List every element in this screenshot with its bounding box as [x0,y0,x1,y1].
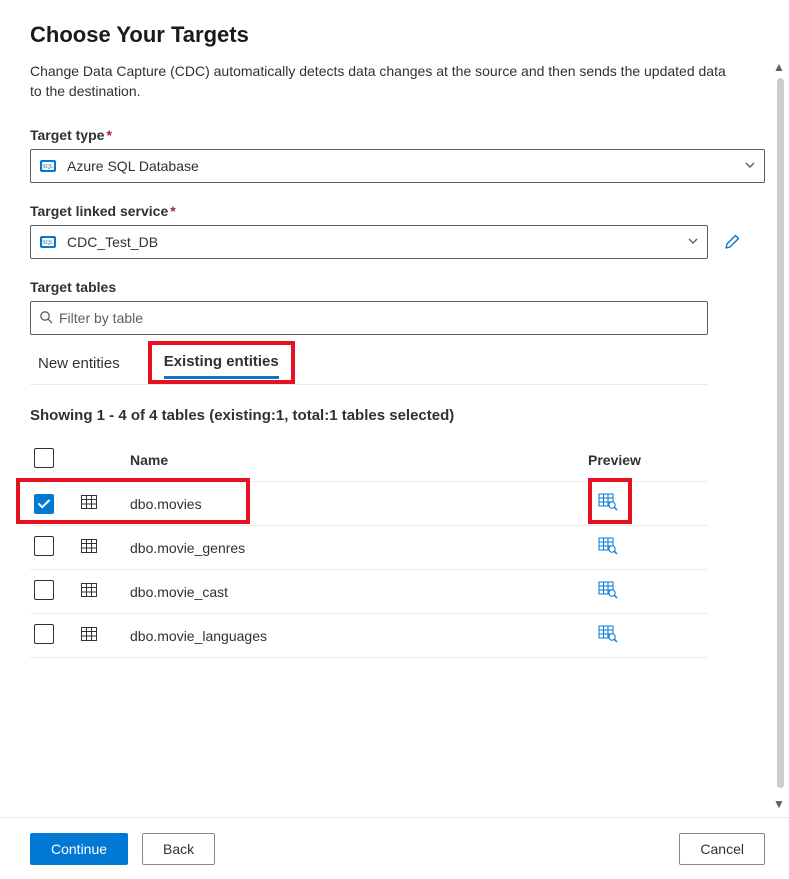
row-name: dbo.movies [130,496,588,512]
svg-text:SQL: SQL [42,240,54,246]
target-type-select[interactable]: SQL Azure SQL Database [30,149,765,183]
column-name: Name [130,452,588,468]
page-title: Choose Your Targets [30,22,765,48]
chevron-down-icon [687,234,699,250]
target-tables-label: Target tables [30,279,765,295]
row-checkbox[interactable] [34,494,54,514]
row-checkbox[interactable] [34,536,54,556]
scrollbar-track[interactable] [777,78,784,788]
table-icon [80,625,98,643]
showing-text: Showing 1 - 4 of 4 tables (existing:1, t… [30,407,765,424]
tab-new-entities[interactable]: New entities [30,345,128,380]
table-icon [80,493,98,511]
target-linked-service-select[interactable]: SQL CDC_Test_DB [30,225,708,259]
svg-text:SQL: SQL [42,164,54,170]
table-icon [80,581,98,599]
page-description: Change Data Capture (CDC) automatically … [30,62,730,101]
column-preview: Preview [588,452,708,468]
target-type-label: Target type* [30,127,765,143]
scroll-down-icon: ▼ [773,797,783,811]
select-all-checkbox[interactable] [34,448,54,468]
highlight-existing-tab: Existing entities [148,341,295,384]
target-linked-service-value: CDC_Test_DB [67,234,687,250]
search-icon [39,310,53,327]
target-type-value: Azure SQL Database [67,158,744,174]
table-row: dbo.movies [30,482,708,526]
target-tables-table: Name Preview dbo.movies dbo.movie_genresd… [30,438,708,658]
filter-table-input[interactable] [59,310,699,326]
target-linked-service-label: Target linked service* [30,203,765,219]
footer: Continue Back Cancel [0,817,789,879]
edit-linked-service-button[interactable] [718,228,746,256]
back-button[interactable]: Back [142,833,215,865]
azure-sql-icon: SQL [39,233,57,251]
table-icon [80,537,98,555]
tab-existing-entities[interactable]: Existing entities [158,347,285,378]
preview-button[interactable] [598,493,618,511]
preview-button[interactable] [598,537,618,555]
row-checkbox[interactable] [34,624,54,644]
preview-button[interactable] [598,581,618,599]
chevron-down-icon [744,158,756,174]
row-name: dbo.movie_genres [130,540,588,556]
preview-button[interactable] [598,625,618,643]
row-name: dbo.movie_languages [130,628,588,644]
table-row: dbo.movie_cast [30,570,708,614]
table-row: dbo.movie_languages [30,614,708,658]
cancel-button[interactable]: Cancel [679,833,765,865]
filter-table-input-wrapper[interactable] [30,301,708,335]
row-checkbox[interactable] [34,580,54,600]
scroll-up-icon: ▲ [773,60,783,74]
azure-sql-icon: SQL [39,157,57,175]
row-name: dbo.movie_cast [130,584,588,600]
continue-button[interactable]: Continue [30,833,128,865]
table-row: dbo.movie_genres [30,526,708,570]
